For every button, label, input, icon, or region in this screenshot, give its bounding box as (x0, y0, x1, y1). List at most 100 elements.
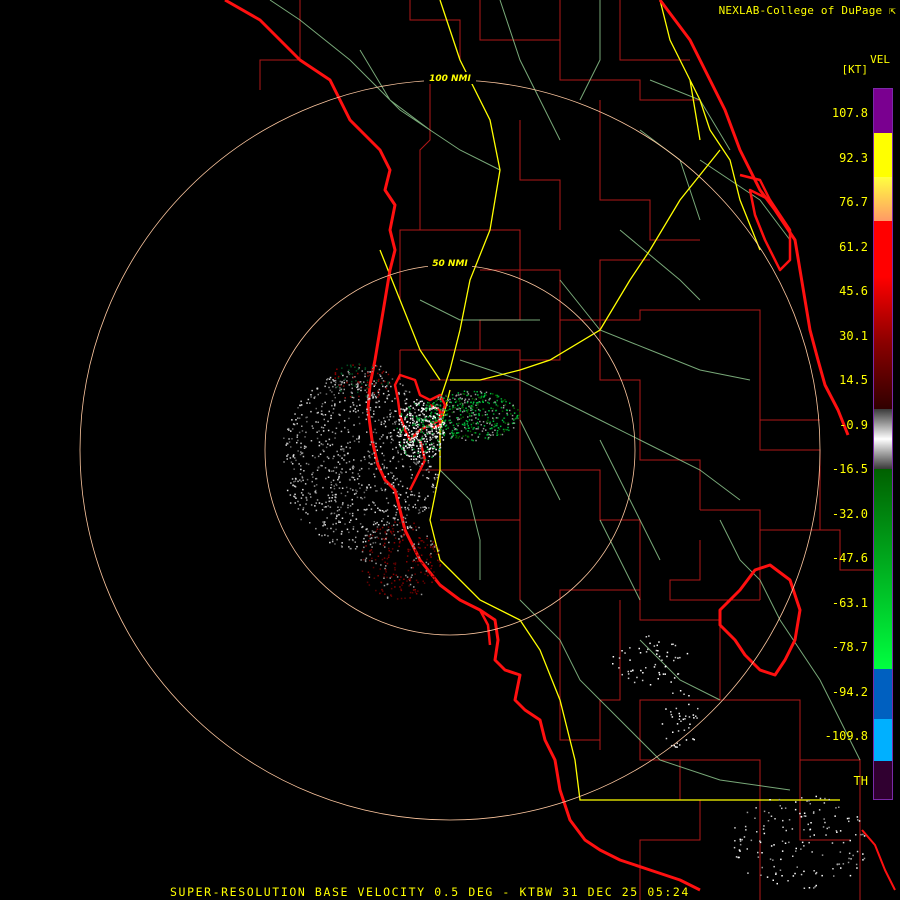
radar-return (358, 395, 360, 398)
radar-return (358, 422, 361, 425)
radar-return (382, 434, 384, 436)
radar-return (386, 467, 388, 469)
radar-return (677, 673, 679, 675)
radar-return (312, 471, 314, 474)
radar-return (757, 851, 759, 854)
radar-return (501, 419, 504, 422)
radar-return (366, 381, 369, 384)
radar-return (351, 373, 353, 375)
radar-return (426, 433, 429, 435)
radar-return (318, 441, 321, 443)
radar-return (389, 530, 392, 533)
radar-return (398, 391, 400, 394)
radar-return (855, 834, 857, 836)
radar-return (291, 438, 293, 440)
legend-label: -94.2 (831, 684, 868, 699)
radar-return (392, 475, 395, 477)
radar-return (418, 460, 420, 463)
radar-return (408, 585, 410, 587)
radar-return (384, 538, 386, 541)
radar-return (397, 549, 399, 552)
radar-return (813, 811, 815, 813)
radar-return (353, 376, 355, 378)
radar-return (461, 397, 463, 400)
radar-return (417, 541, 420, 544)
radar-return (477, 428, 479, 430)
radar-return (408, 391, 411, 393)
radar-return (335, 517, 337, 520)
radar-return (365, 557, 368, 559)
radar-return (322, 430, 325, 432)
radar-return (397, 431, 400, 434)
radar-return (801, 797, 803, 799)
radar-return (408, 455, 411, 458)
radar-return (346, 528, 349, 531)
radar-return (413, 440, 416, 442)
radar-return (289, 457, 292, 459)
radar-return (495, 394, 497, 397)
radar-return (306, 499, 308, 501)
radar-return (330, 512, 333, 515)
radar-return (313, 485, 316, 487)
radar-return (349, 364, 352, 366)
radar-return (424, 450, 427, 452)
radar-return (347, 370, 349, 373)
radar-return (672, 643, 674, 645)
radar-return (358, 441, 360, 443)
radar-return (366, 395, 369, 397)
radar-return (338, 521, 340, 523)
radar-return (402, 521, 405, 523)
radar-return (433, 402, 435, 404)
radar-return (431, 408, 433, 410)
radar-return (316, 437, 319, 440)
radar-return (388, 547, 390, 550)
radar-return (838, 863, 841, 865)
radar-return (463, 409, 465, 411)
radar-return (480, 424, 482, 426)
radar-return (744, 825, 747, 828)
radar-return (484, 411, 487, 413)
radar-return (360, 459, 362, 462)
radar-return (824, 797, 826, 800)
radar-return (310, 410, 312, 413)
radar-return (774, 818, 776, 820)
radar-return (343, 379, 345, 382)
radar-return (507, 422, 509, 424)
radar-return (400, 506, 403, 509)
radar-return (378, 388, 381, 391)
radar-return (305, 431, 307, 434)
radar-return (477, 408, 480, 411)
radar-return (477, 426, 480, 428)
radar-return (404, 597, 406, 599)
radar-return (393, 534, 396, 536)
radar-return (372, 542, 374, 544)
radar-return (371, 369, 373, 371)
radar-return (435, 425, 437, 428)
radar-return (363, 496, 366, 499)
radar-return (315, 477, 318, 480)
radar-return (411, 574, 413, 576)
radar-return (436, 476, 439, 479)
radar-return (327, 443, 329, 445)
radar-return (300, 468, 302, 471)
radar-return (411, 435, 413, 438)
radar-return (382, 590, 384, 592)
radar-return (322, 427, 325, 429)
radar-return (430, 438, 433, 440)
radar-return (352, 364, 354, 366)
radar-return (383, 454, 385, 457)
radar-return (478, 433, 481, 435)
radar-return (294, 502, 296, 504)
radar-return (310, 440, 313, 442)
radar-return (357, 381, 359, 383)
radar-return (414, 560, 417, 563)
radar-return (761, 866, 763, 869)
radar-return (353, 493, 356, 495)
radar-return (333, 455, 335, 458)
radar-return (420, 506, 422, 509)
radar-return (364, 373, 366, 375)
radar-return (436, 413, 439, 415)
radar-return (470, 426, 473, 428)
radar-return (474, 410, 477, 412)
radar-return (383, 423, 385, 425)
